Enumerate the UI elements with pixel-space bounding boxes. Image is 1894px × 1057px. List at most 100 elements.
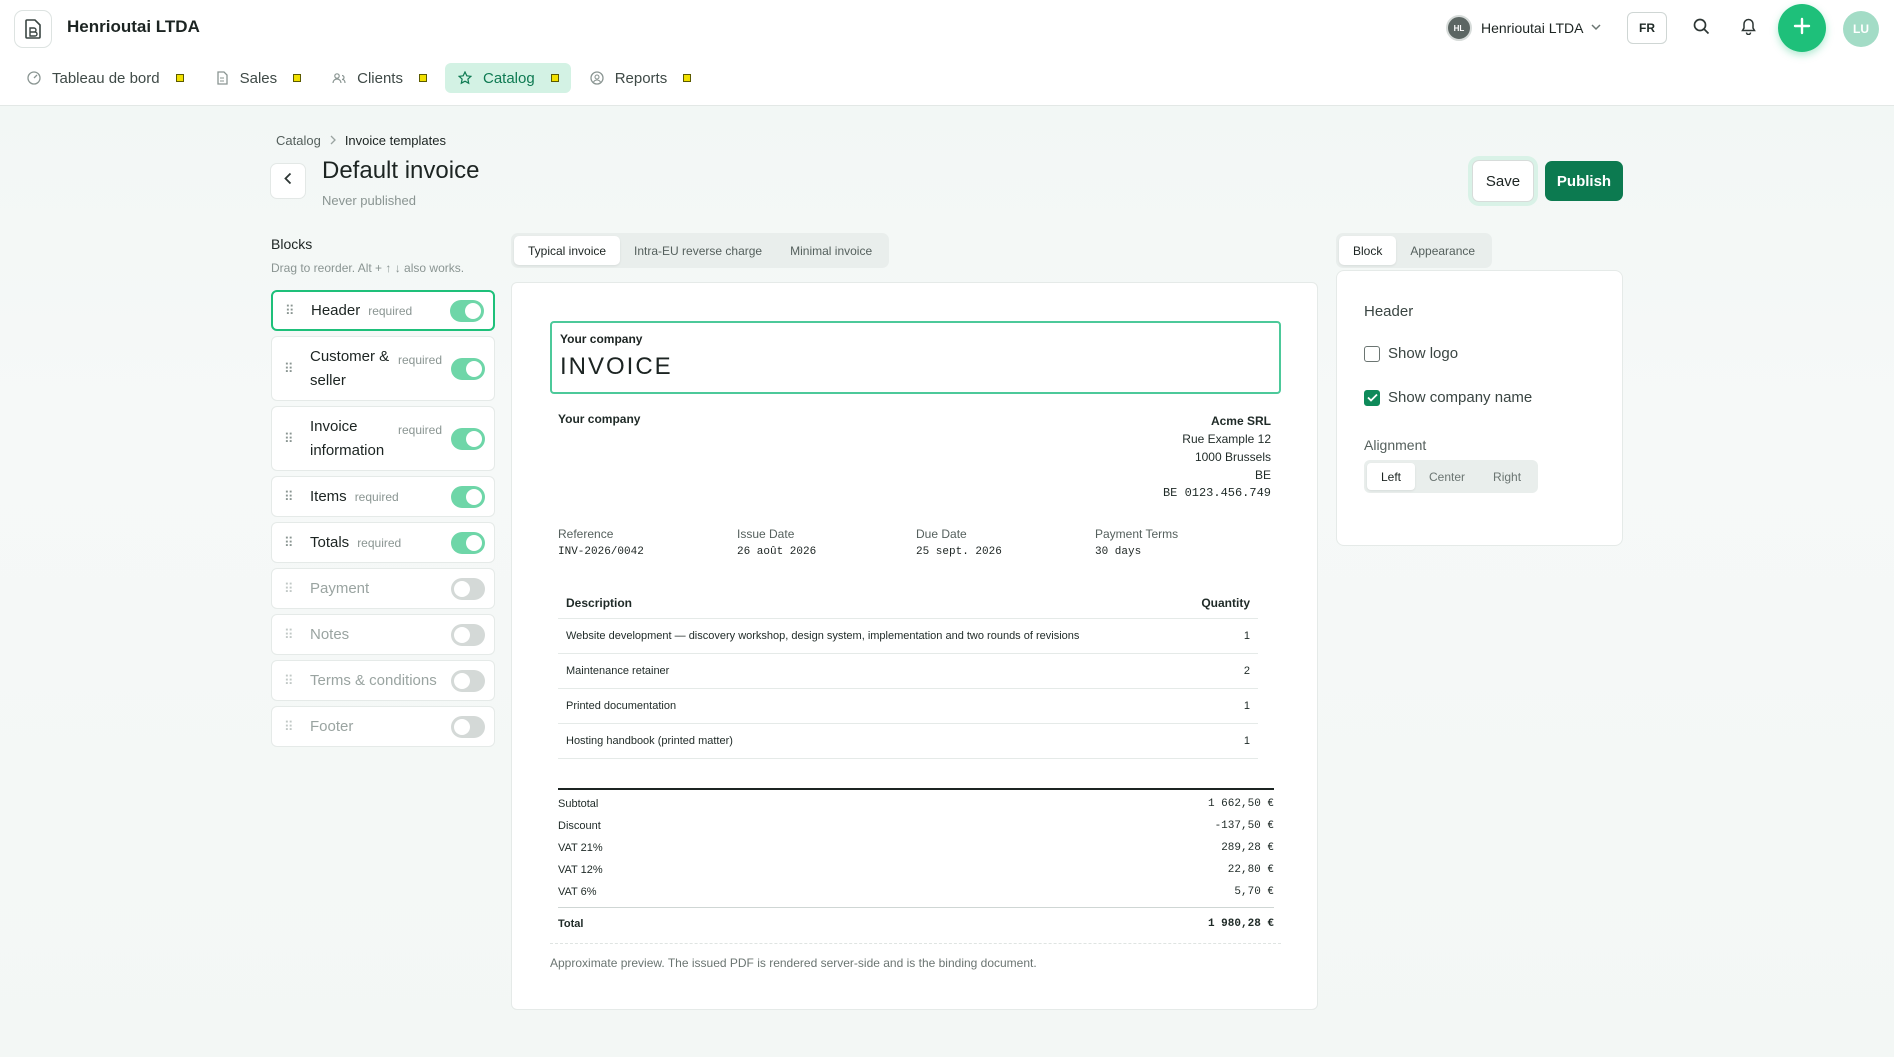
- tab-minimal-invoice[interactable]: Minimal invoice: [776, 236, 886, 265]
- totals-value: 1 662,50 €: [1207, 798, 1274, 810]
- block-item-payment[interactable]: ⠿ Payment: [271, 568, 495, 609]
- meta-label: Due Date: [916, 527, 967, 541]
- block-toggle[interactable]: [451, 715, 485, 738]
- block-toggle[interactable]: [451, 623, 485, 646]
- meta-value: INV-2026/0042: [558, 546, 644, 558]
- chevron-right-icon: [330, 133, 336, 148]
- block-item-notes[interactable]: ⠿ Notes: [271, 614, 495, 655]
- block-toggle[interactable]: [451, 357, 485, 380]
- nav-item-dashboard[interactable]: Tableau de bord: [14, 63, 196, 93]
- totals-value: 5,70 €: [1234, 886, 1274, 898]
- show-company-name-checkbox[interactable]: Show company name: [1364, 389, 1532, 406]
- drag-handle-icon[interactable]: ⠿: [284, 581, 296, 597]
- search-button[interactable]: [1684, 12, 1718, 46]
- drag-handle-icon[interactable]: ⠿: [285, 303, 297, 319]
- tab-typical-invoice[interactable]: Typical invoice: [514, 236, 621, 265]
- align-center-option[interactable]: Center: [1415, 463, 1479, 490]
- notifications-button[interactable]: [1731, 12, 1765, 46]
- drag-handle-icon[interactable]: ⠿: [284, 719, 296, 735]
- bell-icon: [1740, 18, 1756, 40]
- nav-label: Tableau de bord: [52, 69, 160, 87]
- totals-row: VAT 12% 22,80 €: [558, 859, 1274, 881]
- create-button[interactable]: [1778, 4, 1826, 52]
- drag-handle-icon[interactable]: ⠿: [284, 673, 296, 689]
- block-toggle[interactable]: [451, 669, 485, 692]
- org-switcher[interactable]: HL Henrioutai LTDA: [1446, 15, 1601, 41]
- drag-handle-icon[interactable]: ⠿: [284, 535, 296, 551]
- nav-item-catalog[interactable]: Catalog: [444, 63, 571, 93]
- required-badge: required: [357, 535, 402, 550]
- totals-label: VAT 21%: [558, 842, 603, 854]
- items-table: Description Quantity Website development…: [558, 587, 1258, 759]
- meta-value: 25 sept. 2026: [916, 546, 1002, 558]
- properties-panel: Header Show logo Show company name Align…: [1336, 270, 1623, 546]
- checkbox-unchecked-icon[interactable]: [1364, 345, 1380, 362]
- block-item-header[interactable]: ⠿ Header required: [271, 290, 495, 331]
- totals-label: Subtotal: [558, 798, 599, 810]
- publish-status: Never published: [322, 193, 416, 208]
- block-item-totals[interactable]: ⠿ Totals required: [271, 522, 495, 563]
- nav-item-clients[interactable]: Clients: [319, 63, 439, 93]
- totals-value: 289,28 €: [1221, 842, 1274, 854]
- block-item-customer-seller[interactable]: ⠿ Customer & seller required: [271, 336, 495, 401]
- drag-handle-icon[interactable]: ⠿: [284, 361, 296, 377]
- back-button[interactable]: [270, 163, 306, 199]
- properties-tabs: Block Appearance: [1336, 233, 1493, 268]
- nav-marker: [550, 74, 559, 82]
- preview-tabs: Typical invoice Intra-EU reverse charge …: [511, 233, 890, 268]
- breadcrumb-item-catalog[interactable]: Catalog: [276, 133, 321, 148]
- block-label: Items: [310, 487, 347, 505]
- buyer-address: Acme SRL Rue Example 12 1000 Brussels BE…: [1163, 412, 1271, 502]
- alignment-segmented-control: Left Center Right: [1364, 460, 1539, 493]
- app-logo-icon[interactable]: [14, 10, 52, 48]
- meta-label: Reference: [558, 527, 614, 541]
- nav-label: Reports: [614, 69, 668, 87]
- block-item-items[interactable]: ⠿ Items required: [271, 476, 495, 517]
- block-toggle[interactable]: [451, 485, 485, 508]
- tab-appearance[interactable]: Appearance: [1396, 236, 1489, 265]
- align-right-option[interactable]: Right: [1479, 463, 1535, 490]
- buyer-vat: BE 0123.456.749: [1162, 486, 1271, 500]
- nav-item-sales[interactable]: Sales: [202, 63, 314, 93]
- meta-reference: Reference INV-2026/0042: [558, 527, 737, 558]
- tab-block[interactable]: Block: [1339, 236, 1397, 265]
- invoice-header-block[interactable]: Your company INVOICE: [550, 321, 1281, 394]
- block-label: Invoice information: [310, 417, 385, 459]
- properties-section-title: Header: [1364, 303, 1414, 320]
- block-toggle[interactable]: [451, 427, 485, 450]
- totals-value: -137,50 €: [1214, 820, 1274, 832]
- preview-disclaimer: Approximate preview. The issued PDF is r…: [550, 956, 1037, 970]
- publish-button[interactable]: Publish: [1545, 161, 1623, 201]
- language-button[interactable]: FR: [1627, 12, 1667, 44]
- tab-intra-eu[interactable]: Intra-EU reverse charge: [620, 236, 776, 265]
- block-toggle[interactable]: [451, 531, 485, 554]
- checkbox-label: Show company name: [1388, 389, 1533, 406]
- align-left-option[interactable]: Left: [1367, 463, 1416, 490]
- meta-label: Issue Date: [737, 527, 795, 541]
- meta-label: Payment Terms: [1095, 527, 1179, 541]
- save-button[interactable]: Save: [1472, 160, 1534, 202]
- block-toggle[interactable]: [451, 577, 485, 600]
- breadcrumb: Catalog Invoice templates: [276, 133, 446, 148]
- total-value: 1 980,28 €: [1207, 917, 1274, 930]
- user-avatar[interactable]: LU: [1843, 11, 1879, 47]
- totals-label: Discount: [558, 820, 601, 832]
- item-description: Printed documentation: [566, 700, 677, 712]
- block-item-invoice-information[interactable]: ⠿ Invoice information required: [271, 406, 495, 471]
- drag-handle-icon[interactable]: ⠿: [284, 489, 296, 505]
- drag-handle-icon[interactable]: ⠿: [284, 627, 296, 643]
- block-toggle[interactable]: [450, 299, 484, 322]
- nav-marker: [418, 74, 427, 82]
- drag-handle-icon[interactable]: ⠿: [284, 431, 296, 447]
- block-item-footer[interactable]: ⠿ Footer: [271, 706, 495, 747]
- blocks-title: Blocks: [271, 236, 313, 252]
- meta-value: 30 days: [1095, 546, 1142, 558]
- checkbox-checked-icon[interactable]: [1364, 389, 1380, 406]
- block-list: ⠿ Header required ⠿ Customer & seller re…: [271, 290, 495, 752]
- nav-item-reports[interactable]: Reports: [577, 63, 704, 93]
- nav-label: Catalog: [482, 69, 535, 87]
- meta-due-date: Due Date 25 sept. 2026: [916, 527, 1095, 558]
- totals-label: VAT 12%: [558, 864, 603, 876]
- block-item-terms[interactable]: ⠿ Terms & conditions: [271, 660, 495, 701]
- show-logo-checkbox[interactable]: Show logo: [1364, 345, 1458, 362]
